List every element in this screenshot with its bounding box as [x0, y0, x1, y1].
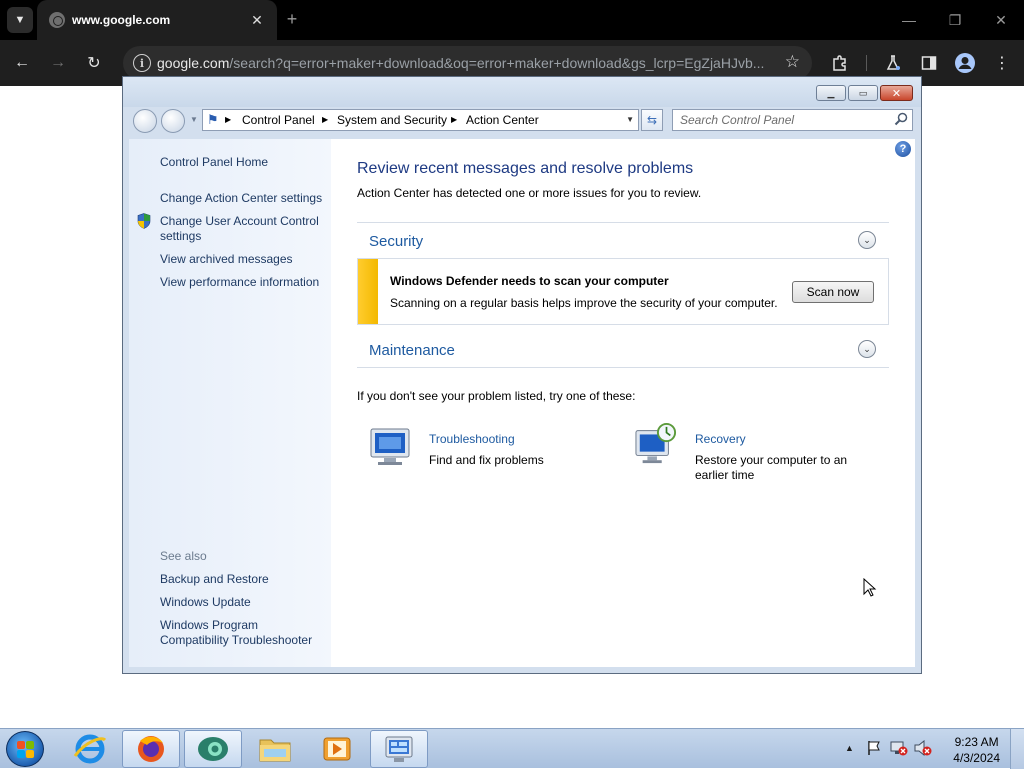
- section-divider: [357, 222, 889, 223]
- page-subtitle: Action Center has detected one or more i…: [357, 186, 702, 200]
- breadcrumb-arrow-icon[interactable]: ▶: [451, 115, 457, 124]
- start-button[interactable]: [6, 731, 44, 767]
- control-panel-taskbar-icon[interactable]: [370, 730, 428, 768]
- tab-title: www.google.com: [72, 13, 171, 27]
- side-panel-icon[interactable]: [917, 51, 941, 75]
- control-panel-window: ▁ ▭ ✕ ▼ ⚑ ▶ Control Panel ▶ System and S…: [122, 76, 922, 674]
- mouse-cursor-icon: [863, 578, 877, 597]
- toolbar-separator: [866, 55, 867, 71]
- window-content: Control Panel Home Change Action Center …: [129, 139, 915, 667]
- chrome-taskbar-icon[interactable]: [184, 730, 242, 768]
- change-uac-settings-link[interactable]: Change User Account Control settings: [160, 214, 319, 244]
- security-section-header[interactable]: Security: [369, 233, 423, 250]
- volume-muted-tray-icon[interactable]: [914, 739, 932, 757]
- action-center-flag-tray-icon[interactable]: [866, 740, 882, 756]
- program-compatibility-troubleshooter-link[interactable]: Windows Program Compatibility Troubleshoo…: [160, 618, 312, 648]
- globe-favicon-icon: [49, 12, 65, 28]
- maintenance-expand-chevron-icon[interactable]: ⌄: [858, 340, 876, 358]
- alert-description: Scanning on a regular basis helps improv…: [390, 296, 778, 310]
- profile-avatar-icon[interactable]: [953, 51, 977, 75]
- view-performance-information-link[interactable]: View performance information: [160, 275, 319, 290]
- browser-tab-strip: ▼ www.google.com ✕ + — ❐ ✕: [0, 0, 1024, 40]
- window-titlebar[interactable]: ▁ ▭ ✕: [123, 77, 921, 107]
- clock-date: 4/3/2024: [953, 751, 1000, 765]
- maximize-button[interactable]: ▭: [848, 85, 878, 101]
- search-box[interactable]: [672, 109, 913, 131]
- action-center-flag-icon: ⚑: [207, 112, 219, 127]
- breadcrumb-arrow-icon[interactable]: ▶: [225, 115, 231, 124]
- browser-minimize-icon[interactable]: —: [897, 8, 921, 32]
- reload-icon[interactable]: ↻: [82, 51, 106, 75]
- new-tab-plus-icon[interactable]: +: [282, 9, 302, 29]
- warning-severity-bar: [358, 259, 378, 324]
- search-icon[interactable]: [894, 112, 908, 126]
- media-player-taskbar-icon[interactable]: [308, 730, 366, 768]
- browser-restore-icon[interactable]: ❐: [943, 8, 967, 32]
- page-title: Review recent messages and resolve probl…: [357, 160, 694, 177]
- browser-close-icon[interactable]: ✕: [989, 8, 1013, 32]
- recovery-link[interactable]: Recovery: [695, 432, 746, 446]
- tray-clock[interactable]: 9:23 AM 4/3/2024: [953, 734, 1000, 766]
- clock-time: 9:23 AM: [954, 735, 999, 749]
- scan-now-button[interactable]: Scan now: [792, 281, 874, 303]
- breadcrumb-control-panel[interactable]: Control Panel: [242, 113, 315, 127]
- task-pane: Control Panel Home Change Action Center …: [129, 139, 331, 667]
- maintenance-section-header[interactable]: Maintenance: [369, 342, 455, 359]
- breadcrumb-action-center[interactable]: Action Center: [466, 113, 539, 127]
- troubleshooting-link[interactable]: Troubleshooting: [429, 432, 515, 446]
- backup-restore-link[interactable]: Backup and Restore: [160, 572, 269, 587]
- firefox-taskbar-icon[interactable]: [122, 730, 180, 768]
- show-desktop-button[interactable]: [1010, 729, 1024, 769]
- search-input[interactable]: [673, 110, 888, 130]
- section-divider: [357, 367, 889, 368]
- breadcrumb-system-security[interactable]: System and Security: [337, 113, 447, 127]
- alert-title: Windows Defender needs to scan your comp…: [390, 274, 669, 288]
- internet-explorer-taskbar-icon[interactable]: [61, 730, 119, 768]
- labs-flask-icon[interactable]: [881, 51, 905, 75]
- close-button[interactable]: ✕: [880, 85, 913, 101]
- url-text[interactable]: google.com/search?q=error+maker+download…: [157, 55, 777, 71]
- defender-alert: Windows Defender needs to scan your comp…: [357, 258, 889, 325]
- back-button[interactable]: [133, 109, 157, 133]
- taskbar: ▲ 9:23 AM 4/3/2024: [0, 728, 1024, 769]
- control-panel-home-link[interactable]: Control Panel Home: [160, 155, 268, 170]
- change-action-center-settings-link[interactable]: Change Action Center settings: [160, 191, 322, 206]
- windows-update-link[interactable]: Windows Update: [160, 595, 251, 610]
- troubleshoot-hint: If you don't see your problem listed, tr…: [357, 389, 636, 403]
- bookmark-star-icon[interactable]: ☆: [785, 52, 800, 72]
- refresh-icon[interactable]: ⇆: [641, 109, 663, 131]
- view-archived-messages-link[interactable]: View archived messages: [160, 252, 293, 267]
- show-hidden-icons-arrow-icon[interactable]: ▲: [845, 743, 854, 753]
- explorer-navbar: ▼ ⚑ ▶ Control Panel ▶ System and Securit…: [123, 107, 921, 137]
- troubleshooting-description: Find and fix problems: [429, 453, 544, 467]
- breadcrumb-arrow-icon[interactable]: ▶: [322, 115, 328, 124]
- uac-shield-icon: [137, 213, 151, 229]
- minimize-button[interactable]: ▁: [816, 85, 846, 101]
- browser-menu-kebab-icon[interactable]: ⋮: [990, 51, 1014, 75]
- recent-pages-dropdown-icon[interactable]: ▼: [190, 115, 198, 124]
- breadcrumb-bar[interactable]: ⚑ ▶ Control Panel ▶ System and Security …: [202, 109, 639, 131]
- back-arrow-icon[interactable]: ←: [10, 51, 34, 75]
- file-explorer-taskbar-icon[interactable]: [246, 730, 304, 768]
- recovery-monitor-icon[interactable]: [633, 423, 679, 465]
- recovery-description: Restore your computer to an earlier time: [695, 453, 848, 482]
- address-dropdown-icon[interactable]: ▼: [626, 115, 634, 124]
- tab-close-icon[interactable]: ✕: [247, 10, 267, 30]
- forward-arrow-icon[interactable]: →: [46, 51, 70, 75]
- extensions-puzzle-icon[interactable]: [828, 51, 852, 75]
- network-disconnected-tray-icon[interactable]: [890, 740, 908, 756]
- forward-button[interactable]: [161, 109, 185, 133]
- see-also-heading: See also: [160, 549, 207, 563]
- address-bar[interactable]: i google.com/search?q=error+maker+downlo…: [123, 46, 812, 80]
- browser-tab[interactable]: www.google.com ✕: [37, 0, 277, 40]
- tab-search-dropdown-icon[interactable]: ▼: [7, 7, 33, 33]
- site-info-icon[interactable]: i: [133, 54, 151, 72]
- main-pane: ? Review recent messages and resolve pro…: [331, 139, 915, 667]
- help-icon[interactable]: ?: [895, 141, 911, 157]
- security-collapse-chevron-icon[interactable]: ⌄: [858, 231, 876, 249]
- troubleshooting-monitor-icon[interactable]: [367, 425, 413, 467]
